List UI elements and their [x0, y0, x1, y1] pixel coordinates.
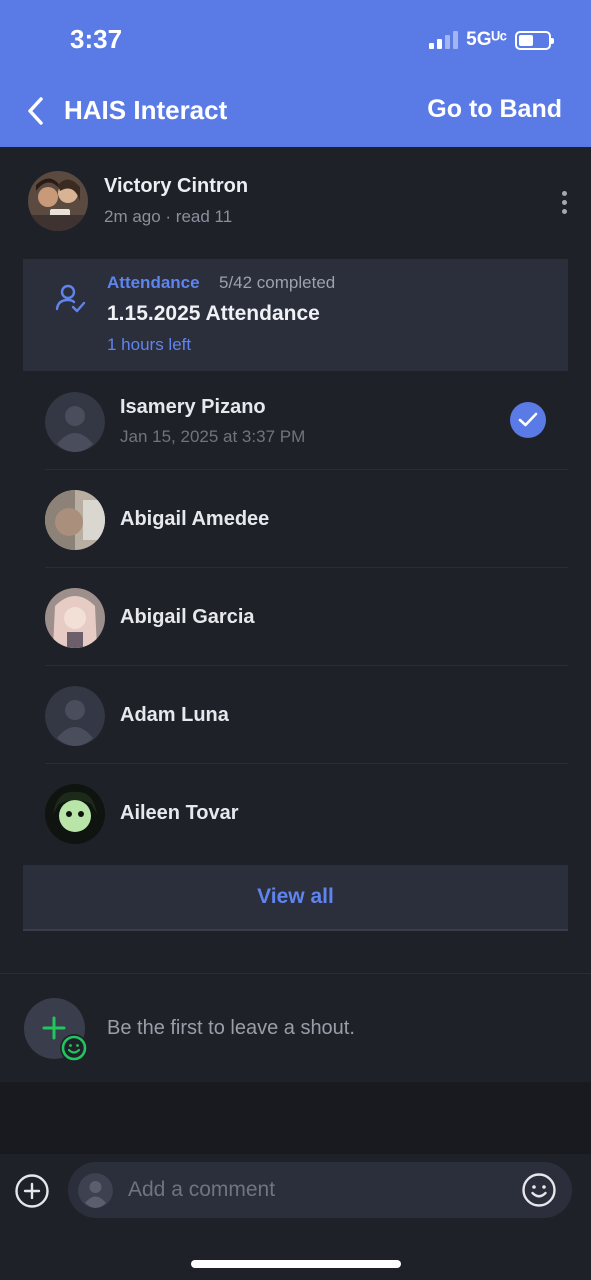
go-to-band-button[interactable]: Go to Band [427, 95, 562, 124]
comment-placeholder[interactable]: Add a comment [128, 1178, 275, 1202]
member-avatar [45, 588, 105, 648]
home-indicator [191, 1260, 401, 1268]
smiley-icon [522, 1173, 556, 1207]
member-name: Aileen Tovar [120, 802, 239, 824]
status-indicators: 5Gᵁᶜ [429, 28, 554, 52]
member-name: Abigail Garcia [120, 606, 255, 628]
attendance-count: 5/42 completed [219, 273, 336, 292]
attendance-card[interactable]: Attendance 5/42 completed 1.15.2025 Atte… [23, 259, 568, 371]
more-dot [561, 208, 567, 214]
status-time: 3:37 [70, 24, 123, 54]
attendance-title: 1.15.2025 Attendance [107, 302, 320, 325]
shout-prompt[interactable]: Be the first to leave a shout. [107, 1017, 355, 1040]
default-avatar-icon [45, 686, 105, 746]
more-dot [561, 199, 567, 205]
back-button[interactable] [22, 94, 48, 128]
content-spacer [0, 1082, 591, 1154]
top-header: 3:37 5Gᵁᶜ HAIS Interact Go to Band [0, 0, 591, 147]
chevron-left-icon [28, 97, 43, 125]
default-avatar-icon [45, 392, 105, 452]
signal-icon [429, 31, 459, 49]
battery-icon [515, 30, 554, 50]
member-name: Abigail Amedee [120, 508, 270, 530]
smile-badge-icon [60, 1034, 88, 1062]
attendance-label: Attendance [107, 273, 200, 292]
member-name: Adam Luna [120, 704, 229, 726]
user-avatar-icon [78, 1173, 113, 1208]
author-avatar[interactable] [28, 171, 88, 231]
post-meta: 2m ago · read 11 [104, 207, 233, 226]
author-name[interactable]: Victory Cintron [104, 175, 248, 198]
member-row[interactable]: Isamery Pizano Jan 15, 2025 at 3:37 PM [45, 372, 568, 470]
member-row[interactable]: Adam Luna [45, 666, 568, 764]
member-row[interactable]: Abigail Garcia [45, 568, 568, 666]
member-avatar [45, 784, 105, 844]
more-dot [561, 190, 567, 196]
attendance-user-check-icon [55, 284, 86, 313]
member-row[interactable]: Aileen Tovar [45, 764, 568, 862]
network-label: 5Gᵁᶜ [466, 29, 507, 50]
attendance-time-left: 1 hours left [107, 335, 192, 354]
page-title: HAIS Interact [64, 95, 228, 125]
view-all-button[interactable]: View all [23, 865, 568, 931]
member-row[interactable]: Abigail Amedee [45, 470, 568, 568]
member-avatar [45, 490, 105, 550]
member-check-date: Jan 15, 2025 at 3:37 PM [120, 427, 306, 446]
emoji-button[interactable] [521, 1172, 557, 1208]
member-name: Isamery Pizano [120, 396, 266, 418]
checked-icon [510, 402, 546, 438]
more-options-button[interactable] [552, 186, 576, 218]
plus-circle-icon [15, 1174, 49, 1208]
add-attachment-button[interactable] [14, 1173, 50, 1209]
section-divider [0, 973, 591, 974]
